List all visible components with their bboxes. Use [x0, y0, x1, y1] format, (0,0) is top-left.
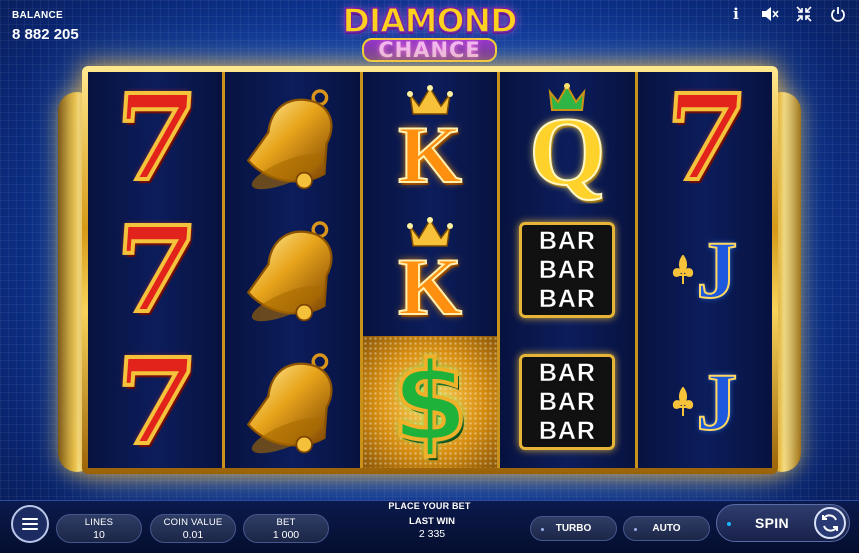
power-icon	[831, 7, 845, 22]
info-icon: i	[733, 5, 739, 23]
fleur-de-lis-icon	[673, 386, 694, 416]
jack-symbol: J	[672, 224, 738, 316]
queen-letter: Q	[528, 97, 606, 204]
bet-selector[interactable]: BET 1 000	[243, 514, 329, 543]
bar-text: BAR	[538, 284, 596, 313]
spin-label: SPIN	[755, 515, 789, 531]
reel-2	[225, 72, 363, 468]
reel-1: 7 7 7	[88, 72, 226, 468]
auto-label: AUTO	[652, 523, 681, 534]
mute-icon	[762, 7, 779, 21]
bar-text: BAR	[538, 226, 596, 255]
last-win-display: LAST WIN 2 335	[392, 516, 472, 540]
coin-value-value: 0.01	[182, 529, 204, 541]
seven-symbol: 7	[107, 72, 203, 204]
bar-text: BAR	[538, 358, 596, 387]
lines-value: 10	[93, 529, 105, 541]
reel-3-cell-2: K	[363, 204, 497, 336]
seven-symbol: 7	[107, 204, 203, 336]
bell-icon	[246, 221, 333, 322]
queen-symbol: Q	[528, 80, 607, 204]
bar-text: BAR	[538, 416, 596, 445]
hamburger-icon-line	[22, 523, 38, 525]
turbo-toggle[interactable]: TURBO	[530, 516, 617, 541]
seven-symbol: 7	[107, 336, 203, 468]
dollar-symbol: $	[390, 338, 471, 466]
bell-icon	[246, 89, 333, 190]
power-button[interactable]	[827, 4, 849, 24]
bar-text: BAR	[538, 255, 596, 284]
lines-selector[interactable]: LINES 10	[56, 514, 142, 543]
reels-area: 7 7 7 K K $ Q BAR BAR BAR BAR BAR BAR 7 …	[88, 72, 773, 468]
triple-bar-symbol: BAR BAR BAR	[519, 354, 616, 450]
jack-letter: J	[695, 224, 738, 316]
triple-bar-symbol: BAR BAR BAR	[519, 222, 616, 318]
seven-symbol: 7	[657, 72, 753, 204]
reel-3: K K $	[362, 72, 501, 468]
spin-button[interactable]: SPIN	[716, 504, 850, 542]
reel-5: 7 J J	[637, 72, 773, 468]
top-icon-bar: i	[725, 4, 849, 24]
reel-5-cell-1: 7	[638, 72, 772, 204]
reel-5-cell-2: J	[638, 204, 772, 336]
fleur-de-lis-icon	[673, 254, 694, 284]
reel-4-cell-3: BAR BAR BAR	[500, 336, 634, 468]
balance-value: 8 882 205	[12, 26, 79, 43]
turbo-indicator	[541, 528, 544, 531]
lines-label: LINES	[84, 517, 114, 528]
last-win-label: LAST WIN	[409, 516, 455, 527]
auto-indicator	[634, 528, 637, 531]
balance-display: BALANCE 8 882 205	[12, 6, 79, 43]
reel-4: Q BAR BAR BAR BAR BAR BAR	[500, 72, 638, 468]
reel-3-cell-1: K	[363, 72, 497, 204]
bet-label: BET	[276, 517, 296, 528]
fullscreen-button[interactable]	[793, 4, 815, 24]
mute-button[interactable]	[759, 4, 781, 24]
bet-value: 1 000	[272, 529, 300, 541]
logo-line-2: CHANCE	[362, 38, 497, 62]
reel-1-cell-2: 7	[88, 204, 222, 336]
coin-value-label: COIN VALUE	[163, 517, 223, 528]
jack-symbol: J	[672, 356, 738, 448]
bell-icon	[246, 353, 333, 454]
king-symbol: K	[397, 84, 463, 201]
hamburger-icon	[22, 518, 38, 520]
menu-button[interactable]	[11, 505, 49, 543]
fullscreen-icon	[796, 6, 812, 22]
turbo-label: TURBO	[555, 523, 592, 534]
reel-4-cell-1: Q	[500, 72, 634, 204]
king-letter: K	[397, 109, 463, 201]
reel-frame: 7 7 7 K K $ Q BAR BAR BAR BAR BAR BAR 7 …	[82, 66, 778, 474]
reel-1-cell-3: 7	[88, 336, 222, 468]
refresh-arrows-icon	[822, 514, 838, 532]
balance-label: BALANCE	[12, 10, 63, 21]
reel-2-cell-3	[225, 336, 359, 468]
coin-value-selector[interactable]: COIN VALUE 0.01	[150, 514, 236, 543]
reel-3-cell-3: $	[362, 336, 498, 468]
spin-indicator	[727, 522, 731, 526]
reel-4-cell-2: BAR BAR BAR	[500, 204, 634, 336]
reel-2-cell-1	[225, 72, 359, 204]
king-symbol: K	[397, 216, 463, 333]
reel-2-cell-2	[225, 204, 359, 336]
hamburger-icon-line	[22, 528, 38, 530]
spin-icon[interactable]	[814, 507, 846, 539]
game-logo: DIAMOND CHANCE	[320, 1, 540, 62]
info-button[interactable]: i	[725, 4, 747, 24]
jack-letter: J	[695, 356, 738, 448]
auto-toggle[interactable]: AUTO	[623, 516, 710, 541]
logo-line-1: DIAMOND	[342, 1, 519, 40]
bar-text: BAR	[538, 387, 596, 416]
king-letter: K	[397, 241, 463, 333]
reel-1-cell-1: 7	[88, 72, 222, 204]
reel-5-cell-3: J	[638, 336, 772, 468]
last-win-value: 2 335	[418, 528, 446, 540]
